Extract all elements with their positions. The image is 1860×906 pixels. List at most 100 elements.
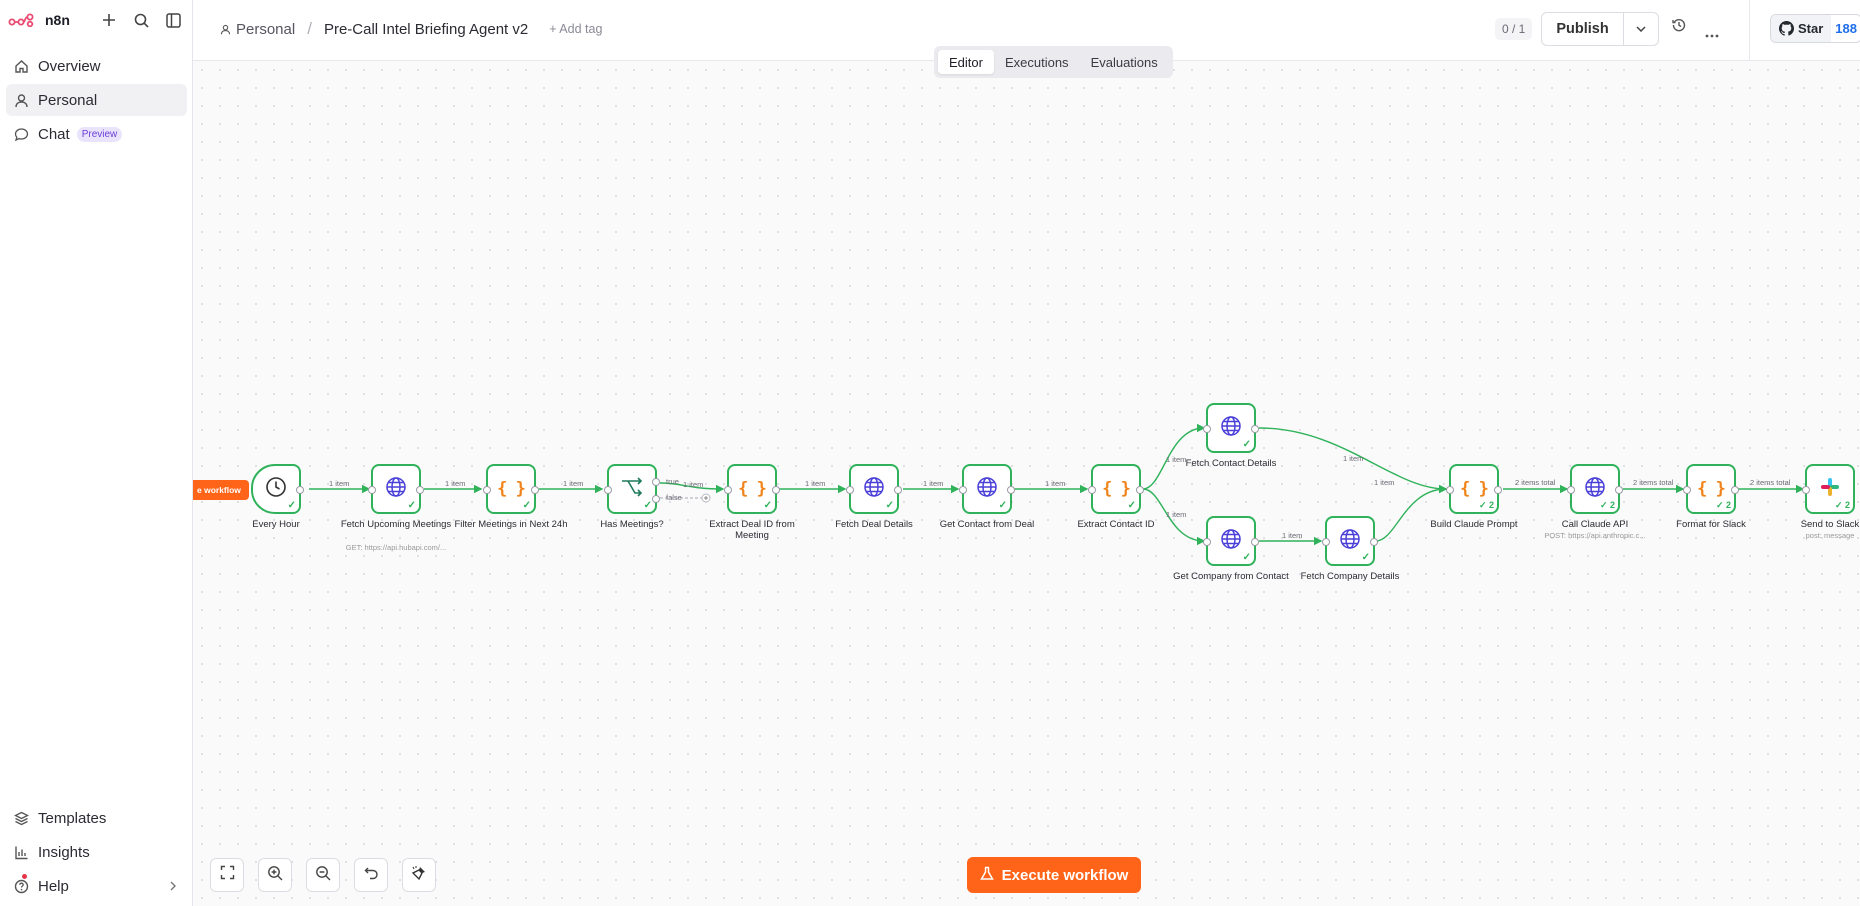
sidebar-item-overview[interactable]: Overview bbox=[6, 50, 187, 82]
sidebar-item-templates[interactable]: Templates bbox=[6, 802, 187, 834]
node-format-for-slack[interactable]: { } ✓ 2 bbox=[1683, 464, 1739, 514]
input-handle[interactable] bbox=[959, 486, 967, 494]
node-fetch-upcoming-meetings[interactable]: ✓ bbox=[368, 464, 424, 514]
node-label: Send to Slack bbox=[1800, 519, 1860, 530]
node-subtitle: POST: https://api.anthropic.c... bbox=[1544, 531, 1646, 540]
input-handle[interactable] bbox=[1088, 486, 1096, 494]
sidebar: n8n Overview Personal Chat Preview Templ… bbox=[0, 0, 193, 906]
edge-label: 1 item bbox=[1343, 454, 1364, 463]
workflow-name[interactable]: Pre-Call Intel Briefing Agent v2 bbox=[324, 21, 528, 38]
fit-view-button[interactable] bbox=[210, 858, 244, 892]
tab-evaluations[interactable]: Evaluations bbox=[1080, 50, 1169, 74]
node-label: Format for Slack bbox=[1676, 519, 1746, 530]
sidebar-toggle-icon[interactable] bbox=[162, 9, 184, 31]
node-has-meetings[interactable]: ✓ bbox=[604, 464, 660, 514]
input-handle[interactable] bbox=[1567, 486, 1575, 494]
zoom-in-button[interactable] bbox=[258, 858, 292, 892]
output-handle[interactable] bbox=[772, 486, 780, 494]
brand-logo[interactable]: n8n bbox=[8, 10, 70, 30]
input-handle[interactable] bbox=[1203, 425, 1211, 433]
sidebar-item-help[interactable]: Help bbox=[6, 870, 187, 902]
add-tag-button[interactable]: + Add tag bbox=[549, 22, 602, 36]
input-handle[interactable] bbox=[846, 486, 854, 494]
input-handle[interactable] bbox=[1446, 486, 1454, 494]
output-handle[interactable] bbox=[1615, 486, 1623, 494]
node-extract-contact-id[interactable]: { } ✓ bbox=[1088, 464, 1144, 514]
n8n-logo-icon bbox=[8, 13, 34, 27]
node-get-company-from-contact[interactable]: ✓ bbox=[1203, 516, 1259, 566]
globe-icon bbox=[1220, 528, 1242, 555]
tab-executions[interactable]: Executions bbox=[994, 50, 1080, 74]
node-call-claude-api[interactable]: ✓ 2 bbox=[1567, 464, 1623, 514]
insights-icon bbox=[14, 844, 30, 860]
output-handle[interactable] bbox=[531, 486, 539, 494]
output-handle[interactable] bbox=[1731, 486, 1739, 494]
code-icon: { } bbox=[1102, 479, 1131, 499]
node-every-hour[interactable]: ✓ bbox=[251, 464, 304, 514]
tab-editor[interactable]: Editor bbox=[938, 50, 994, 74]
node-fetch-contact-details[interactable]: ✓ bbox=[1203, 403, 1259, 453]
edge-label: 2 items total bbox=[1633, 478, 1674, 487]
sidebar-item-insights[interactable]: Insights bbox=[6, 836, 187, 868]
input-handle[interactable] bbox=[604, 486, 612, 494]
node-filter-meetings[interactable]: { } ✓ bbox=[483, 464, 539, 514]
breadcrumb-project[interactable]: Personal bbox=[236, 21, 295, 38]
globe-icon bbox=[1584, 476, 1606, 503]
output-handle[interactable] bbox=[1007, 486, 1015, 494]
node-subtitle: post: message bbox=[1805, 531, 1855, 540]
node-label: Call Claude API bbox=[1561, 519, 1629, 530]
chat-icon bbox=[14, 126, 30, 142]
input-handle[interactable] bbox=[1203, 538, 1211, 546]
success-check-icon: ✓ bbox=[287, 500, 296, 511]
input-handle[interactable] bbox=[724, 486, 732, 494]
output-handle[interactable] bbox=[1494, 486, 1502, 494]
input-handle[interactable] bbox=[1683, 486, 1691, 494]
node-get-contact-from-deal[interactable]: ✓ bbox=[959, 464, 1015, 514]
code-icon: { } bbox=[738, 479, 767, 499]
workflow-canvas[interactable]: e workflow 1 item 1 item 1 item true 1 i… bbox=[193, 61, 1860, 906]
output-handle[interactable] bbox=[296, 486, 304, 494]
output-handle-true[interactable] bbox=[652, 478, 660, 486]
code-icon: { } bbox=[497, 479, 526, 499]
node-send-to-slack[interactable]: ✓ 2 bbox=[1802, 464, 1855, 514]
output-handle[interactable] bbox=[1251, 538, 1259, 546]
header-divider bbox=[1749, 0, 1750, 60]
search-icon[interactable] bbox=[130, 9, 152, 31]
output-handle[interactable] bbox=[1136, 486, 1144, 494]
user-icon bbox=[14, 92, 30, 108]
sidebar-item-personal[interactable]: Personal bbox=[6, 84, 187, 116]
help-icon bbox=[14, 878, 30, 894]
node-fetch-company-details[interactable]: ✓ bbox=[1322, 516, 1378, 566]
more-options-icon[interactable] bbox=[1705, 25, 1719, 43]
input-handle[interactable] bbox=[1322, 538, 1330, 546]
history-icon[interactable] bbox=[1672, 18, 1686, 37]
undo-button[interactable] bbox=[354, 858, 388, 892]
tidy-up-button[interactable] bbox=[402, 858, 436, 892]
output-handle[interactable] bbox=[1370, 538, 1378, 546]
zoom-out-button[interactable] bbox=[306, 858, 340, 892]
input-handle[interactable] bbox=[1802, 486, 1810, 494]
breadcrumb: Personal / Pre-Call Intel Briefing Agent… bbox=[220, 19, 602, 39]
star-count: 188 bbox=[1835, 21, 1857, 36]
node-extract-deal-id[interactable]: { } ✓ bbox=[724, 464, 780, 514]
node-label: Get Company from Contact bbox=[1173, 571, 1289, 582]
output-handle[interactable] bbox=[894, 486, 902, 494]
node-fetch-deal-details[interactable]: ✓ bbox=[846, 464, 902, 514]
output-handle[interactable] bbox=[416, 486, 424, 494]
input-handle[interactable] bbox=[368, 486, 376, 494]
github-star-button[interactable]: Star 188 bbox=[1770, 14, 1860, 43]
execute-workflow-button[interactable]: Execute workflow bbox=[967, 857, 1141, 893]
sidebar-item-chat[interactable]: Chat Preview bbox=[6, 118, 187, 150]
connection[interactable] bbox=[1375, 484, 1448, 542]
output-handle-false[interactable] bbox=[652, 495, 660, 503]
chevron-down-icon[interactable] bbox=[1624, 13, 1658, 45]
publish-button[interactable]: Publish bbox=[1542, 13, 1624, 45]
output-handle[interactable] bbox=[1251, 425, 1259, 433]
node-subtitle: GET: https://api.hubapi.com/... bbox=[345, 543, 447, 552]
trigger-pill[interactable]: e workflow bbox=[193, 480, 249, 500]
success-check-icon: ✓ bbox=[763, 500, 772, 511]
node-build-claude-prompt[interactable]: { } ✓ 2 bbox=[1446, 464, 1502, 514]
input-handle[interactable] bbox=[483, 486, 491, 494]
plus-icon[interactable] bbox=[98, 9, 120, 31]
edge-label: 1 item bbox=[923, 479, 944, 488]
